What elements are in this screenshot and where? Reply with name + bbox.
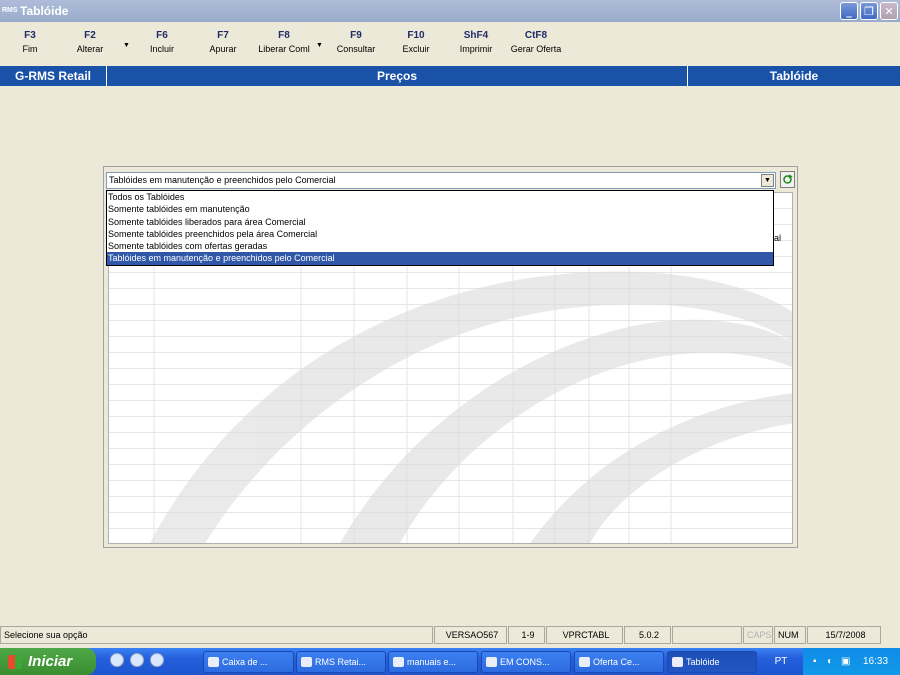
header-module: Preços — [376, 69, 418, 83]
windows-flag-icon — [8, 654, 22, 669]
excluir-button[interactable]: F10 Excluir — [386, 30, 446, 54]
folder-icon — [393, 657, 404, 667]
status-version: VERSAO567 — [434, 626, 507, 644]
rms-icon — [301, 657, 312, 667]
network-icon[interactable]: ▪ — [813, 648, 817, 675]
task-em-cons[interactable]: EM CONS... — [481, 651, 571, 673]
filter-option-todos[interactable]: Todos os Tablóides — [107, 191, 773, 203]
fim-button[interactable]: F3 Fim — [0, 30, 60, 54]
start-button[interactable]: Iniciar — [0, 648, 96, 675]
refresh-icon[interactable] — [780, 171, 795, 188]
filter-option-ofertas-geradas[interactable]: Somente tablóides com ofertas geradas — [107, 240, 773, 252]
filter-option-liberados[interactable]: Somente tablóides liberados para área Co… — [107, 216, 773, 228]
task-rms-retail[interactable]: RMS Retai... — [296, 651, 386, 673]
maximize-button[interactable]: ❐ — [860, 2, 878, 20]
clock[interactable]: 16:33 — [863, 648, 888, 675]
status-date: 15/7/2008 — [807, 626, 881, 644]
status-empty — [672, 626, 742, 644]
explorer-icon[interactable] — [130, 653, 144, 667]
system-tray: ▪ ◐ ▣ 16:33 — [803, 648, 900, 675]
header-system: G-RMS Retail — [14, 69, 91, 83]
apurar-button[interactable]: F7 Apurar — [193, 30, 253, 54]
chevron-down-icon[interactable]: ▼ — [761, 174, 774, 187]
filter-option-manutencao[interactable]: Somente tablóides em manutenção — [107, 203, 773, 215]
consultar-button[interactable]: F9 Consultar — [326, 30, 386, 54]
status-caps: CAPS — [743, 626, 773, 644]
quick-launch — [110, 653, 164, 667]
status-build: 5.0.2 — [624, 626, 671, 644]
outlook-icon — [208, 657, 219, 667]
liberar-dropdown-icon[interactable]: ▼ — [316, 42, 323, 49]
task-manuais[interactable]: manuais e... — [388, 651, 478, 673]
status-range: 1-9 — [508, 626, 545, 644]
filter-combobox[interactable]: Tablóides em manutenção e preenchidos pe… — [106, 172, 776, 189]
status-num: NUM — [774, 626, 806, 644]
media-icon[interactable] — [150, 653, 164, 667]
task-tabloide[interactable]: Tablóide — [667, 651, 757, 673]
module-header: G-RMS Retail Preços Tablóide — [0, 66, 900, 86]
language-indicator[interactable]: PT — [762, 648, 800, 675]
filter-selected-value: Tablóides em manutenção e preenchidos pe… — [109, 175, 336, 185]
tray-app-icon[interactable]: ▣ — [841, 648, 850, 675]
app-icon: RMS — [2, 7, 18, 14]
task-caixa[interactable]: Caixa de ... — [203, 651, 294, 673]
task-oferta[interactable]: Oferta Ce... — [574, 651, 664, 673]
minimize-button[interactable]: _ — [840, 2, 858, 20]
filter-dropdown-list[interactable]: Todos os Tablóides Somente tablóides em … — [106, 190, 774, 266]
filter-option-preenchidos[interactable]: Somente tablóides preenchidos pela área … — [107, 228, 773, 240]
alterar-button[interactable]: F2 Alterar — [60, 30, 120, 54]
close-button[interactable]: ✕ — [880, 2, 898, 20]
status-message: Selecione sua opção — [0, 626, 433, 644]
word-icon — [579, 657, 590, 667]
rms-icon — [672, 657, 683, 667]
word-icon — [486, 657, 497, 667]
ie-icon[interactable] — [110, 653, 124, 667]
header-screen: Tablóide — [769, 69, 819, 83]
imprimir-button[interactable]: ShF4 Imprimir — [446, 30, 506, 54]
incluir-button[interactable]: F6 Incluir — [132, 30, 192, 54]
status-program: VPRCTABL — [546, 626, 623, 644]
windows-taskbar: Iniciar Caixa de ... RMS Retai... manuai… — [0, 648, 900, 675]
status-bar: Selecione sua opção VERSAO567 1-9 VPRCTA… — [0, 625, 900, 645]
alterar-dropdown-icon[interactable]: ▼ — [123, 42, 130, 49]
window-title: Tablóide — [20, 4, 69, 18]
filter-option-manutencao-preenchidos[interactable]: Tablóides em manutenção e preenchidos pe… — [107, 252, 773, 265]
title-bar: RMS Tablóide _ ❐ ✕ — [0, 0, 900, 22]
liberar-coml-button[interactable]: F8 Liberar Coml — [254, 30, 314, 54]
volume-icon[interactable]: ◐ — [827, 648, 833, 675]
start-label: Iniciar — [28, 653, 73, 670]
function-toolbar: F3 Fim F2 Alterar ▼ F6 Incluir F7 Apurar F8 L… — [0, 22, 900, 66]
gerar-oferta-button[interactable]: CtF8 Gerar Oferta — [506, 30, 566, 54]
